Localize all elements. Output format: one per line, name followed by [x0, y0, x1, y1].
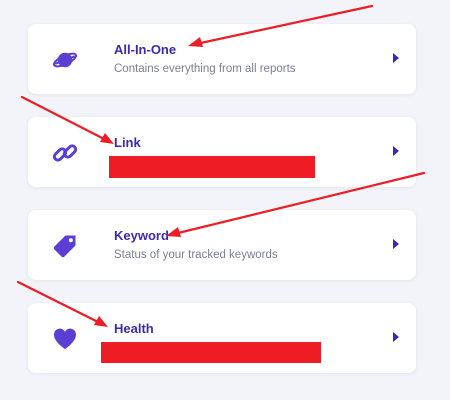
- redaction-box: [109, 156, 315, 178]
- report-subtitle: Contains everything from all reports: [114, 63, 296, 75]
- tag-icon: [52, 233, 78, 259]
- report-title: Link: [114, 135, 141, 150]
- report-card-all-in-one[interactable]: All-In-One Contains everything from all …: [28, 24, 416, 94]
- link-icon: [52, 140, 78, 166]
- chevron-right-icon[interactable]: [393, 146, 399, 156]
- heart-icon: [52, 326, 78, 352]
- report-title: All-In-One: [114, 42, 177, 57]
- chevron-right-icon[interactable]: [393, 332, 399, 342]
- report-title: Keyword: [114, 228, 169, 243]
- chevron-right-icon[interactable]: [393, 239, 399, 249]
- report-subtitle: Status of your tracked keywords: [114, 249, 278, 261]
- chevron-right-icon[interactable]: [393, 53, 399, 63]
- report-card-keyword[interactable]: Keyword Status of your tracked keywords: [28, 210, 416, 280]
- report-title: Health: [114, 321, 154, 336]
- redaction-box: [101, 342, 321, 363]
- planet-icon: [52, 47, 78, 73]
